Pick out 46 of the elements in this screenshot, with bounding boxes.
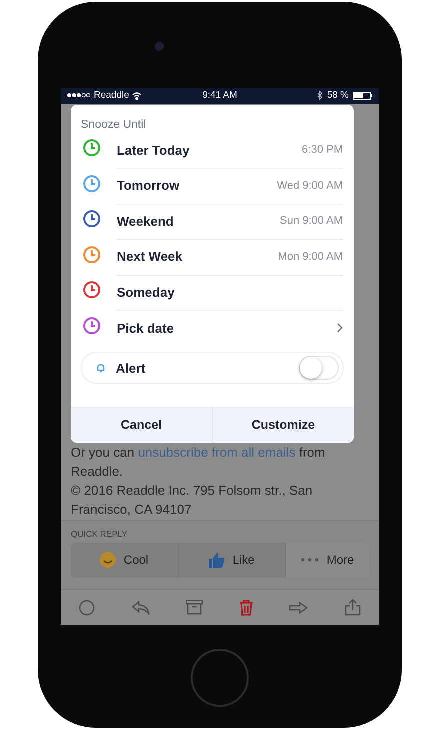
thumbs-up-icon: [208, 552, 225, 568]
option-time: Mon 9:00 AM: [278, 250, 343, 263]
smiley-icon: [100, 552, 116, 568]
option-label: Tomorrow: [117, 178, 181, 194]
signal-icon: [67, 93, 91, 98]
battery-percent: 58 %: [327, 90, 349, 102]
forward-icon[interactable]: [289, 602, 308, 614]
quick-reply-button[interactable]: Cool: [71, 542, 179, 578]
dialog-title: Snooze Until: [80, 118, 148, 133]
wifi-icon: [132, 92, 142, 100]
camera-icon: [155, 42, 164, 51]
snooze-option[interactable]: Next Week Mon 9:00 AM: [71, 240, 354, 275]
chevron-icon: [337, 323, 343, 334]
reply-icon[interactable]: [132, 600, 150, 615]
footer-address: © 2016 Readdle Inc. 795 Folsom str., San Francisco, CA 94107: [71, 482, 314, 519]
option-label: Later Today: [117, 142, 191, 158]
option-label: Someday: [117, 284, 176, 300]
snooze-option[interactable]: Tomorrow Wed 9:00 AM: [71, 168, 354, 204]
dialog-button[interactable]: Cancel: [71, 407, 212, 443]
snooze-option[interactable]: Later Today 6:30 PM: [71, 133, 354, 168]
share-icon[interactable]: [344, 599, 361, 616]
status-time: 9:41 AM: [202, 90, 238, 102]
quick-reply-button[interactable]: Like: [178, 542, 286, 578]
unsubscribe-text: Or you can unsubscribe from all emails from Readdle.: [71, 444, 326, 481]
option-label: Weekend: [117, 214, 175, 229]
trash-icon[interactable]: [240, 600, 253, 616]
battery-icon: [352, 92, 373, 100]
more-icon: [300, 558, 319, 562]
snooze-option[interactable]: Weekend Sun 9:00 AM: [71, 204, 354, 240]
option-time: Wed 9:00 AM: [277, 180, 343, 192]
snooze-option[interactable]: Someday: [71, 275, 354, 310]
archive-icon[interactable]: [186, 600, 204, 616]
bluetooth-icon: [317, 91, 324, 100]
dialog-button[interactable]: Customize: [212, 407, 354, 443]
bell-icon: [96, 363, 106, 373]
carrier-name: Readdle: [94, 90, 130, 102]
alert-toggle[interactable]: [299, 356, 339, 380]
option-label: Next Week: [117, 249, 184, 264]
alert-label: Alert: [116, 360, 147, 376]
option-time: 6:30 PM: [302, 144, 343, 156]
quick-reply-label: QUICK REPLY: [71, 528, 129, 539]
home-button[interactable]: [191, 649, 249, 707]
snooze-option[interactable]: Pick date: [71, 310, 354, 346]
option-label: Pick date: [117, 320, 176, 336]
circle-icon[interactable]: [79, 600, 96, 616]
option-time: Sun 9:00 AM: [280, 215, 343, 228]
